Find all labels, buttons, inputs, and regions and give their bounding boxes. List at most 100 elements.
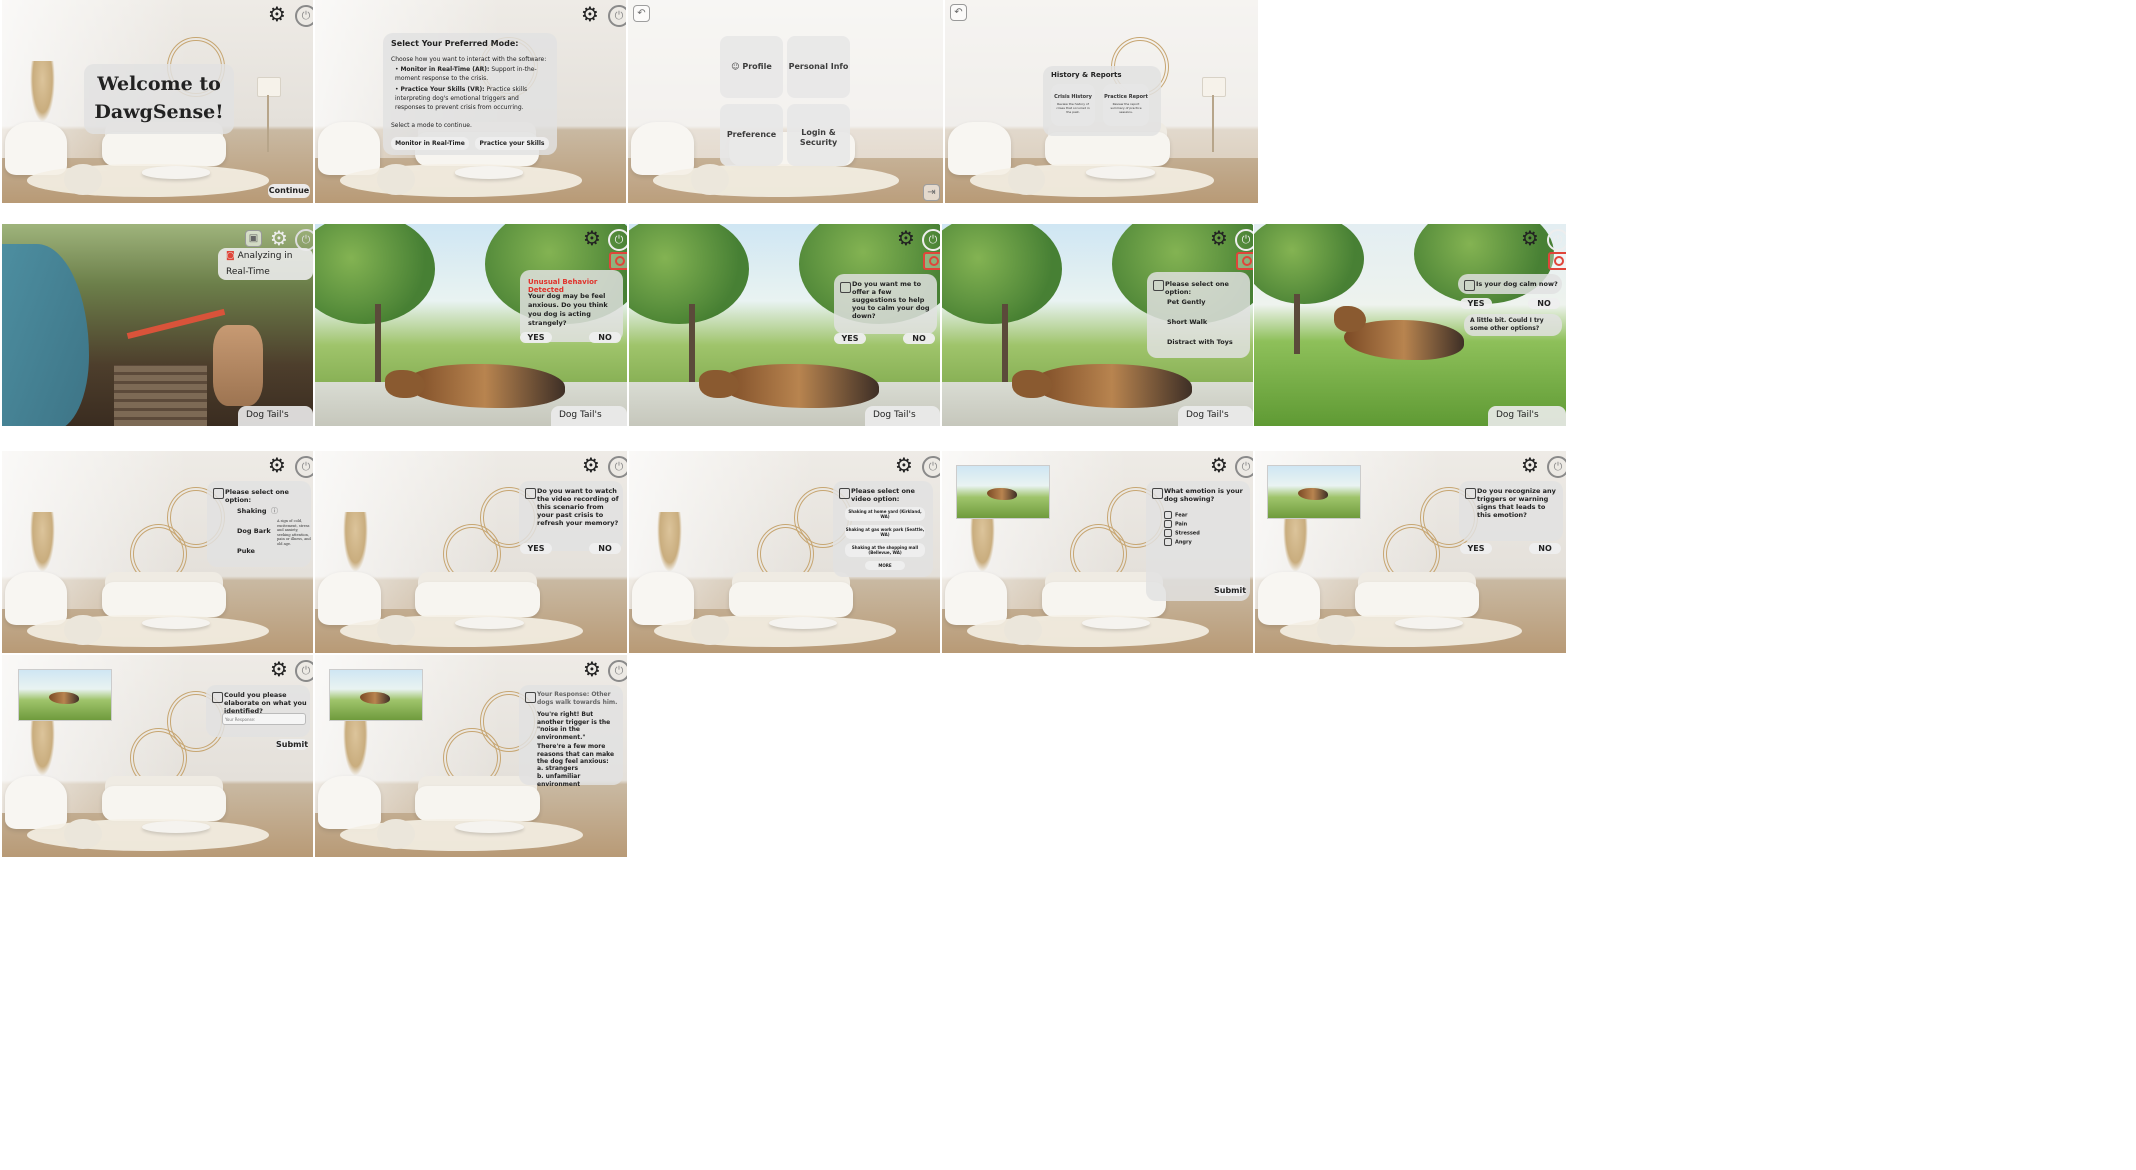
power-icon[interactable]: ⏻: [608, 660, 627, 682]
monitor-realtime-button[interactable]: Monitor in Real-Time: [391, 137, 469, 150]
info-icon[interactable]: ⓘ: [271, 506, 278, 516]
camera-icon[interactable]: [1236, 252, 1253, 270]
gear-icon[interactable]: ⚙: [581, 4, 599, 24]
coffee-table: [141, 616, 211, 629]
gear-icon[interactable]: ⚙: [270, 228, 288, 248]
armchair: [631, 121, 695, 175]
video-option-home-yard[interactable]: Shaking at home yard (Kirkland, WA): [845, 507, 925, 521]
option-puke[interactable]: Puke: [237, 547, 255, 555]
screen-unusual-behavior: ⚙ ⏻ Unusual Behavior Detected Your dog m…: [315, 224, 627, 426]
power-icon[interactable]: ⏻: [608, 5, 626, 27]
response-input[interactable]: [222, 713, 306, 725]
power-icon[interactable]: ⏻: [1547, 456, 1566, 478]
back-icon[interactable]: ↶: [950, 4, 967, 21]
crisis-history-tile[interactable]: Crisis History Review the history of cri…: [1051, 84, 1095, 126]
option-pet-gently[interactable]: Pet Gently: [1167, 298, 1206, 306]
exit-icon[interactable]: ⇥: [923, 184, 940, 201]
pampas-plant: [29, 715, 55, 777]
record-icon[interactable]: ▣: [245, 230, 262, 247]
gear-icon[interactable]: ⚙: [897, 228, 915, 248]
unusual-text: Your dog may be feel anxious. Do you thi…: [528, 292, 608, 327]
personal-info-tile[interactable]: Personal Info: [787, 36, 850, 98]
option-shaking[interactable]: Shaking: [237, 507, 267, 515]
continue-button[interactable]: Continue: [268, 184, 310, 198]
dog-figure: [987, 488, 1017, 500]
history-panel: History & Reports Crisis History Review …: [1043, 66, 1161, 136]
no-button[interactable]: NO: [589, 543, 621, 554]
coffee-table: [768, 616, 838, 629]
gear-icon[interactable]: ⚙: [582, 455, 600, 475]
dog-head: [385, 370, 425, 398]
shaking-info-tooltip: A sign of cold, excitement, stress and a…: [277, 519, 311, 546]
no-button[interactable]: NO: [903, 333, 935, 344]
chat-icon: [212, 692, 223, 703]
yes-button[interactable]: YES: [1460, 298, 1492, 309]
camera-icon[interactable]: [923, 252, 940, 270]
video-thumbnail[interactable]: [1267, 465, 1361, 519]
power-icon[interactable]: ⏻: [608, 456, 627, 478]
gear-icon[interactable]: ⚙: [583, 228, 601, 248]
yes-button[interactable]: YES: [1460, 543, 1492, 554]
screen-offer-suggestions: ⚙ ⏻ Do you want me to offer a few sugges…: [629, 224, 940, 426]
gear-icon[interactable]: ⚙: [1210, 228, 1228, 248]
sofa: [728, 582, 853, 617]
practice-report-tile[interactable]: Practice Report Review the report summar…: [1103, 84, 1149, 126]
video-thumbnail[interactable]: [956, 465, 1050, 519]
submit-button[interactable]: Submit: [276, 739, 308, 750]
power-icon[interactable]: ⏻: [1235, 229, 1253, 251]
submit-button[interactable]: Submit: [1214, 585, 1246, 596]
yes-button[interactable]: YES: [834, 333, 866, 344]
checkbox[interactable]: [1164, 511, 1172, 519]
preference-tile[interactable]: Preference: [720, 104, 783, 166]
profile-tile[interactable]: ☺ Profile: [720, 36, 783, 98]
power-icon[interactable]: ⏻: [922, 456, 940, 478]
gear-icon[interactable]: ⚙: [583, 659, 601, 679]
symptom-question: Please select one option:: [225, 488, 289, 504]
gear-icon[interactable]: ⚙: [1210, 455, 1228, 475]
no-button[interactable]: NO: [1528, 298, 1560, 309]
welcome-panel: Welcome to DawgSense!: [84, 64, 234, 134]
camera-icon[interactable]: [609, 252, 627, 270]
gear-icon[interactable]: ⚙: [268, 4, 286, 24]
dog-figure: [213, 325, 264, 406]
gear-icon[interactable]: ⚙: [268, 455, 286, 475]
option-short-walk[interactable]: Short Walk: [1167, 318, 1207, 326]
checkbox[interactable]: [1164, 520, 1172, 528]
no-button[interactable]: NO: [589, 332, 621, 343]
yes-button[interactable]: YES: [520, 332, 552, 343]
option-distract-toys[interactable]: Distract with Toys: [1167, 338, 1233, 346]
option-dog-bark[interactable]: Dog Bark: [237, 527, 271, 535]
practice-report-label: Practice Report: [1104, 94, 1148, 100]
gear-icon[interactable]: ⚙: [1521, 228, 1539, 248]
more-button[interactable]: MORE: [865, 561, 905, 570]
practice-skills-button[interactable]: Practice your Skills: [475, 137, 549, 150]
power-icon[interactable]: ⏻: [295, 660, 313, 682]
gear-icon[interactable]: ⚙: [270, 659, 288, 679]
video-option-shopping-mall[interactable]: Shaking at the shopping mall (Bellevue, …: [845, 543, 925, 557]
power-icon[interactable]: ⏻: [295, 5, 313, 27]
power-icon[interactable]: ⏻: [922, 229, 940, 251]
camera-icon[interactable]: [1548, 252, 1566, 270]
checkbox[interactable]: [1164, 529, 1172, 537]
power-icon[interactable]: ⏻: [1235, 456, 1253, 478]
video-thumbnail[interactable]: [329, 669, 423, 721]
armchair: [5, 776, 68, 829]
checkbox[interactable]: [1164, 538, 1172, 546]
yes-button[interactable]: YES: [520, 543, 552, 554]
power-icon[interactable]: ⏻: [608, 229, 627, 251]
emotion-option-stressed[interactable]: Stressed: [1164, 529, 1200, 537]
power-icon[interactable]: ⏻: [1547, 229, 1566, 251]
no-button[interactable]: NO: [1529, 543, 1561, 554]
video-option-gas-work-park[interactable]: Shaking at gas work park (Seattle, WA): [845, 525, 925, 539]
sofa: [1354, 582, 1479, 617]
emotion-option-pain[interactable]: Pain: [1164, 520, 1187, 528]
emotion-option-fear[interactable]: Fear: [1164, 511, 1187, 519]
gear-icon[interactable]: ⚙: [895, 455, 913, 475]
back-icon[interactable]: ↶: [633, 5, 650, 22]
login-security-tile[interactable]: Login & Security: [787, 104, 850, 166]
preference-label: Preference: [726, 130, 777, 139]
video-thumbnail[interactable]: [18, 669, 112, 721]
power-icon[interactable]: ⏻: [295, 456, 313, 478]
gear-icon[interactable]: ⚙: [1521, 455, 1539, 475]
emotion-option-angry[interactable]: Angry: [1164, 538, 1192, 546]
